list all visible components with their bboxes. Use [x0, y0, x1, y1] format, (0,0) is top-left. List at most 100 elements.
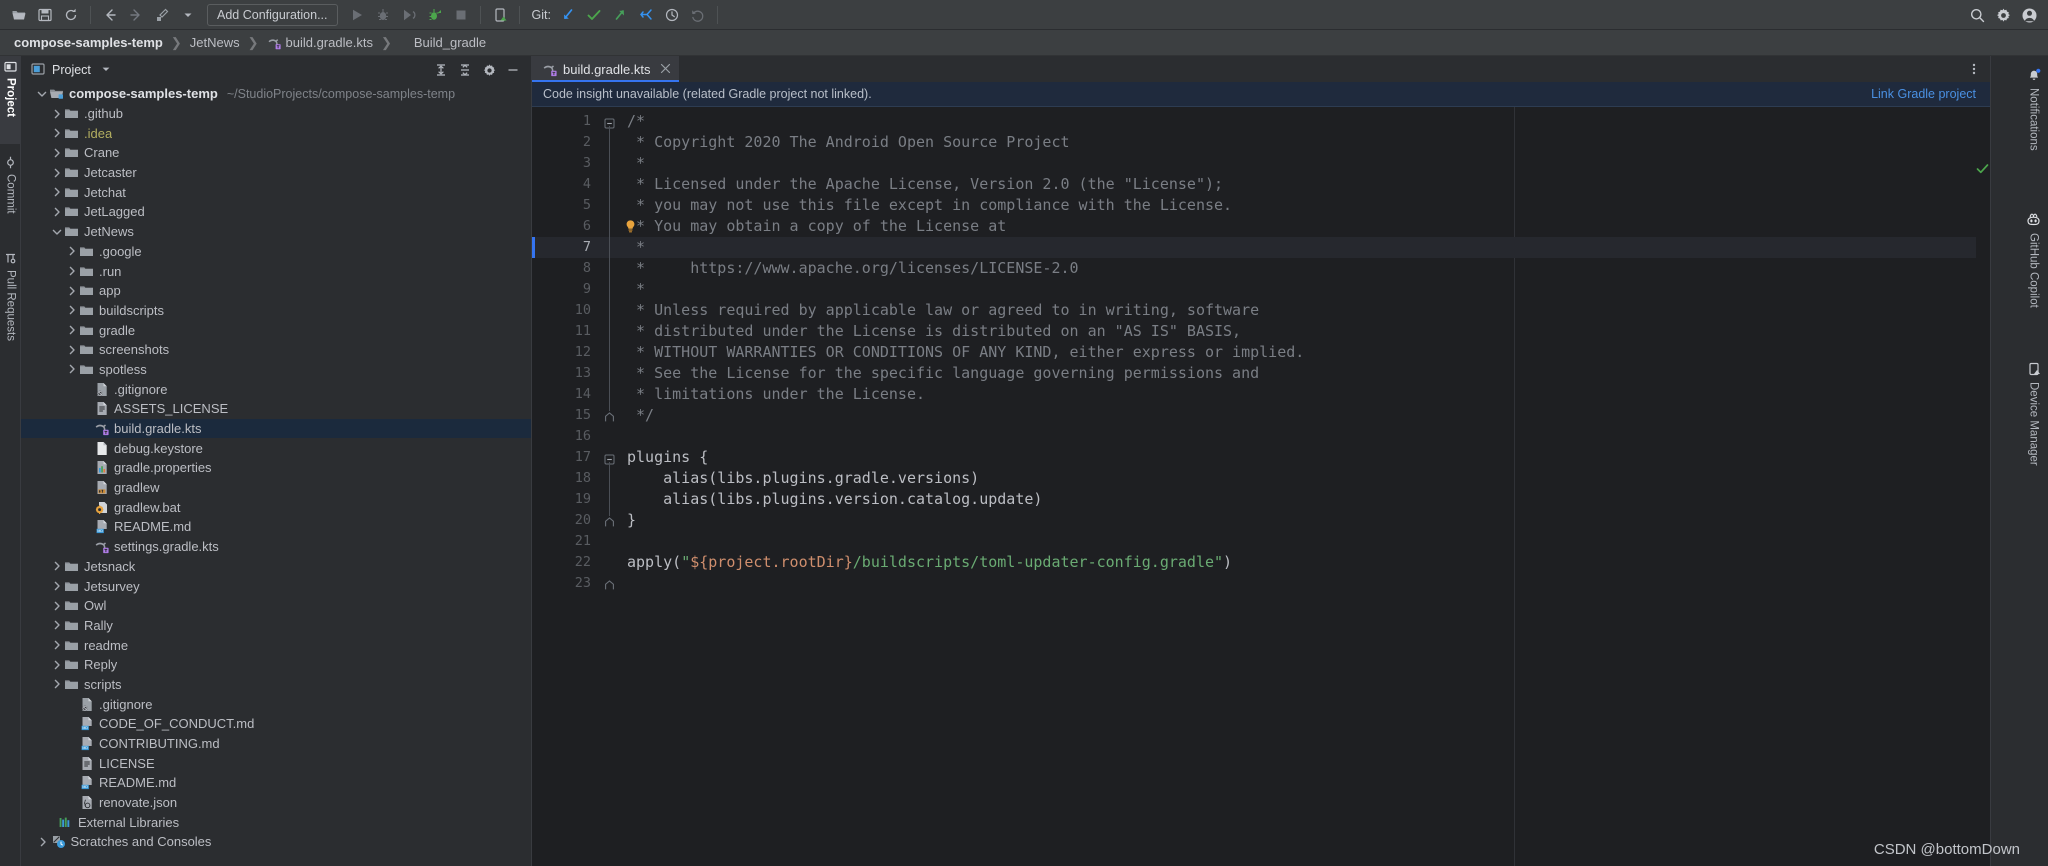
tree-row-gradle[interactable]: gradle	[21, 320, 531, 340]
tree-row-jetcaster[interactable]: Jetcaster	[21, 163, 531, 183]
editor-tab-build-gradle-kts[interactable]: build.gradle.kts	[532, 56, 680, 82]
breadcrumb-item-2[interactable]: build.gradle.kts	[267, 35, 373, 50]
sidebar-item-device-manager[interactable]: Device Manager	[2019, 356, 2048, 496]
breadcrumb-item-1[interactable]: JetNews	[190, 35, 240, 50]
breadcrumb-item-0[interactable]: compose-samples-temp	[14, 35, 163, 50]
more-options-icon[interactable]	[1962, 57, 1986, 81]
git-rollback-icon[interactable]	[685, 2, 711, 28]
chevron-right-icon[interactable]	[65, 343, 78, 356]
profile-icon[interactable]	[422, 2, 448, 28]
tree-row-debug-keystore[interactable]: debug.keystore	[21, 438, 531, 458]
sidebar-item-notifications[interactable]: Notifications	[2019, 62, 2048, 180]
chevron-right-icon[interactable]	[65, 265, 78, 278]
chevron-right-icon[interactable]	[50, 599, 63, 612]
tree-row-license[interactable]: LICENSE	[21, 753, 531, 773]
tree-row-settings-gradle-kts[interactable]: settings.gradle.kts	[21, 537, 531, 557]
git-update-icon[interactable]	[555, 2, 581, 28]
run-icon[interactable]	[344, 2, 370, 28]
tree-row-jetsurvey[interactable]: Jetsurvey	[21, 576, 531, 596]
dropdown-caret-icon[interactable]	[175, 2, 201, 28]
chevron-down-icon[interactable]	[50, 225, 63, 238]
stop-icon[interactable]	[448, 2, 474, 28]
tree-row-buildscripts[interactable]: buildscripts	[21, 301, 531, 321]
forward-arrow-icon[interactable]	[123, 2, 149, 28]
chevron-right-icon[interactable]	[50, 678, 63, 691]
tree-row-app[interactable]: app	[21, 281, 531, 301]
sync-icon[interactable]	[58, 2, 84, 28]
tree-row-gradlew-bat[interactable]: gradlew.bat	[21, 497, 531, 517]
chevron-right-icon[interactable]	[65, 363, 78, 376]
tree-row-screenshots[interactable]: screenshots	[21, 340, 531, 360]
run-configuration-selector[interactable]: Add Configuration...	[207, 3, 338, 26]
settings-gear-icon[interactable]	[477, 58, 501, 82]
tree-row-jetchat[interactable]: Jetchat	[21, 182, 531, 202]
link-gradle-project-link[interactable]: Link Gradle project	[1871, 87, 1976, 101]
sidebar-item-commit[interactable]: Commit	[0, 152, 21, 240]
fold-end-icon[interactable]	[604, 410, 615, 422]
tree-row-gradle-properties[interactable]: gradle.properties	[21, 458, 531, 478]
chevron-right-icon[interactable]	[50, 186, 63, 199]
tree-row--github[interactable]: .github	[21, 104, 531, 124]
gear-icon[interactable]	[1990, 2, 2016, 28]
chevron-right-icon[interactable]	[65, 284, 78, 297]
tree-row-crane[interactable]: Crane	[21, 143, 531, 163]
code-folding-gutter[interactable]	[599, 107, 621, 866]
debug-icon[interactable]	[370, 2, 396, 28]
git-push-icon[interactable]	[607, 2, 633, 28]
tree-row-reply[interactable]: Reply	[21, 655, 531, 675]
tree-row-renovate-json[interactable]: renovate.json	[21, 793, 531, 813]
tree-row-spotless[interactable]: spotless	[21, 360, 531, 380]
chevron-right-icon[interactable]	[50, 107, 63, 120]
chevron-down-icon[interactable]	[35, 87, 48, 100]
build-icon[interactable]	[149, 2, 175, 28]
tree-row-readme-md[interactable]: MD README.md	[21, 517, 531, 537]
error-stripe[interactable]	[1976, 158, 1990, 866]
chevron-right-icon[interactable]	[50, 205, 63, 218]
tree-row-assets-license[interactable]: ASSETS_LICENSE	[21, 399, 531, 419]
git-commit-icon[interactable]	[581, 2, 607, 28]
tree-row-code-of-conduct-md[interactable]: MD CODE_OF_CONDUCT.md	[21, 714, 531, 734]
sidebar-item-github-copilot[interactable]: GitHub Copilot	[2019, 206, 2048, 338]
tree-row-build-gradle-kts[interactable]: build.gradle.kts	[21, 418, 531, 439]
tree-row-external-libraries[interactable]: External Libraries	[21, 812, 531, 832]
chevron-right-icon[interactable]	[50, 619, 63, 632]
tree-row-readme[interactable]: readme	[21, 635, 531, 655]
breadcrumb-item-3[interactable]: Build_gradle	[414, 35, 486, 50]
tree-row-jetlagged[interactable]: JetLagged	[21, 202, 531, 222]
back-arrow-icon[interactable]	[97, 2, 123, 28]
git-history-icon[interactable]	[659, 2, 685, 28]
tree-row-compose-samples-temp[interactable]: compose-samples-temp ~/StudioProjects/com…	[21, 84, 531, 104]
tree-row-scripts[interactable]: scripts	[21, 675, 531, 695]
git-rebase-icon[interactable]	[633, 2, 659, 28]
tree-row--idea[interactable]: .idea	[21, 123, 531, 143]
tree-row-contributing-md[interactable]: MD CONTRIBUTING.md	[21, 734, 531, 754]
tree-row--gitignore[interactable]: .gitignore	[21, 379, 531, 399]
chevron-right-icon[interactable]	[50, 146, 63, 159]
line-number-gutter[interactable]: 1 2 3 4 5 6 7 8 9 10 11 12 13 14 15 16 17 18 19 20 21 22 23	[532, 107, 599, 866]
sidebar-item-pull-requests[interactable]: Pull Requests	[0, 248, 21, 370]
chevron-right-icon[interactable]	[37, 835, 50, 848]
close-icon[interactable]	[660, 62, 671, 77]
tree-row-jetnews[interactable]: JetNews	[21, 222, 531, 242]
search-icon[interactable]	[1964, 2, 1990, 28]
chevron-right-icon[interactable]	[50, 166, 63, 179]
chevron-right-icon[interactable]	[65, 324, 78, 337]
open-folder-icon[interactable]	[6, 2, 32, 28]
expand-all-icon[interactable]	[429, 58, 453, 82]
tree-row--run[interactable]: .run	[21, 261, 531, 281]
tree-row-scratches-and-consoles[interactable]: Scratches and Consoles	[21, 832, 531, 852]
chevron-right-icon[interactable]	[50, 658, 63, 671]
account-icon[interactable]	[2016, 2, 2042, 28]
chevron-right-icon[interactable]	[50, 580, 63, 593]
project-file-tree[interactable]: compose-samples-temp ~/StudioProjects/com…	[21, 84, 531, 866]
tree-row-owl[interactable]: Owl	[21, 596, 531, 616]
sidebar-item-project[interactable]: Project	[0, 56, 21, 144]
tree-row-rally[interactable]: Rally	[21, 616, 531, 636]
hide-panel-icon[interactable]	[501, 58, 525, 82]
tree-row--gitignore[interactable]: .gitignore	[21, 694, 531, 714]
chevron-right-icon[interactable]	[65, 304, 78, 317]
collapse-all-icon[interactable]	[453, 58, 477, 82]
chevron-right-icon[interactable]	[65, 245, 78, 258]
code-text[interactable]: /* * Copyright 2020 The Android Open Sou…	[621, 107, 1990, 866]
tree-row--google[interactable]: .google	[21, 242, 531, 262]
